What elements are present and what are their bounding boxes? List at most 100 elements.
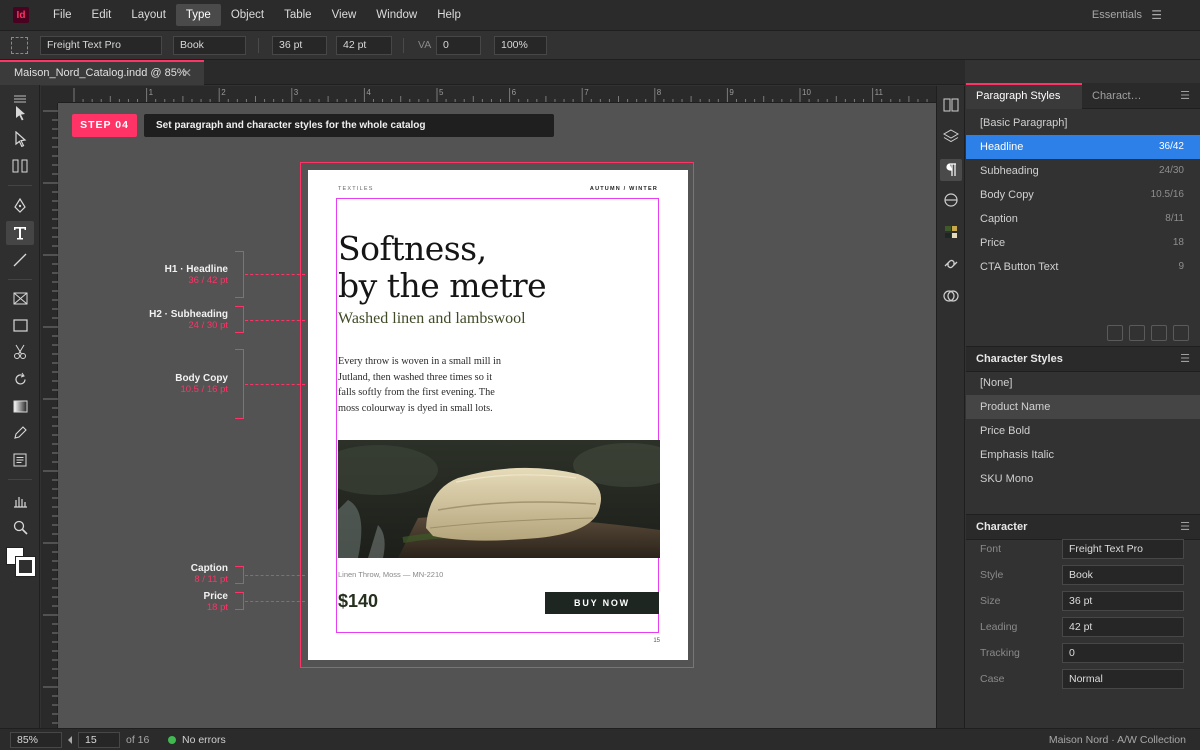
stroke-swatch[interactable] xyxy=(15,556,36,577)
document-tab[interactable]: Maison_Nord_Catalog.indd @ 85% ✕ xyxy=(0,60,204,85)
menu-layout[interactable]: Layout xyxy=(121,4,176,26)
tracking-field[interactable]: 0 xyxy=(436,36,481,55)
character-style-none[interactable]: [None] xyxy=(966,371,1200,395)
style-group-button[interactable] xyxy=(1107,325,1123,341)
brand-label[interactable]: TEXTILES xyxy=(338,186,374,192)
new-style-button[interactable] xyxy=(1151,325,1167,341)
story-editor-icon[interactable] xyxy=(6,448,34,472)
character-tracking-field[interactable]: 0 xyxy=(1062,643,1184,663)
clear-overrides-button[interactable] xyxy=(1129,325,1145,341)
layers-panel-icon[interactable] xyxy=(940,125,962,147)
season-label[interactable]: AUTUMN / WINTER xyxy=(590,186,658,192)
type-tool-icon[interactable] xyxy=(6,221,34,245)
pages-panel-icon[interactable] xyxy=(940,94,962,116)
gap-tool-icon[interactable] xyxy=(6,154,34,178)
vertical-ruler[interactable] xyxy=(41,103,58,728)
panel-menu-icon[interactable]: ☰ xyxy=(1180,83,1190,109)
workspace-switcher[interactable]: Essentials xyxy=(1092,0,1142,31)
leading-field[interactable]: 42 pt xyxy=(336,36,392,55)
ruler-origin[interactable] xyxy=(41,86,58,103)
menu-table[interactable]: Table xyxy=(274,4,322,26)
paragraph-style-caption[interactable]: Caption 8/11 xyxy=(966,207,1200,231)
headline-text-frame[interactable]: Softness, by the metre xyxy=(338,230,547,304)
document-tab-bar: Maison_Nord_Catalog.indd @ 85% ✕ xyxy=(0,60,965,85)
swatches-panel-icon[interactable] xyxy=(940,221,962,243)
paragraph-style-basic[interactable]: [Basic Paragraph] xyxy=(966,111,1200,135)
pasteboard[interactable]: STEP 04 Set paragraph and character styl… xyxy=(58,103,936,728)
panel-menu-icon[interactable]: ☰ xyxy=(1180,515,1190,539)
annotation-leader xyxy=(245,601,305,602)
body-copy-text-frame[interactable]: Every throw is woven in a small mill in … xyxy=(338,354,518,416)
body-line: falls softly from the first evening. The xyxy=(338,387,495,398)
tab-character-styles[interactable]: Charact… xyxy=(1082,83,1172,109)
menu-edit[interactable]: Edit xyxy=(82,4,122,26)
paragraph-style-subheading[interactable]: Subheading 24/30 xyxy=(966,159,1200,183)
character-font-field[interactable]: Freight Text Pro xyxy=(1062,539,1184,559)
character-style-emphasis-italic[interactable]: Emphasis Italic xyxy=(966,443,1200,467)
menu-type[interactable]: Type xyxy=(175,4,221,26)
buy-now-button[interactable]: BUY NOW xyxy=(545,592,659,614)
character-style-price-bold[interactable]: Price Bold xyxy=(966,419,1200,443)
ruler-label: 10 xyxy=(802,88,811,97)
font-style-field[interactable]: Book xyxy=(173,36,246,55)
links-panel-icon[interactable] xyxy=(940,253,962,275)
character-case-field[interactable]: Normal xyxy=(1062,669,1184,689)
menu-object[interactable]: Object xyxy=(221,4,274,26)
scale-field[interactable]: 100% xyxy=(494,36,547,55)
paragraph-style-cta-button-text[interactable]: CTA Button Text 9 xyxy=(966,255,1200,279)
product-photo-frame[interactable] xyxy=(338,440,660,558)
page-count: of 16 xyxy=(126,734,150,746)
tab-paragraph-styles[interactable]: Paragraph Styles xyxy=(966,83,1082,109)
eyedropper-tool-icon[interactable] xyxy=(6,489,34,513)
previous-page-icon[interactable] xyxy=(66,734,74,749)
reference-point-icon[interactable] xyxy=(11,37,28,54)
paragraph-style-headline[interactable]: Headline 36/42 xyxy=(966,135,1200,159)
preflight-status[interactable]: No errors xyxy=(182,729,226,750)
paragraph-style-price[interactable]: Price 18 xyxy=(966,231,1200,255)
gradient-tool-icon[interactable] xyxy=(6,394,34,418)
font-family-field[interactable]: Freight Text Pro xyxy=(40,36,162,55)
scissors-tool-icon[interactable] xyxy=(6,340,34,364)
character-leading-field[interactable]: 42 pt xyxy=(1062,617,1184,637)
workspace-menu-icon[interactable]: ☰ xyxy=(1151,0,1162,31)
annotation-leader xyxy=(245,575,305,576)
pen-tool-icon[interactable] xyxy=(6,194,34,218)
direct-selection-tool-icon[interactable] xyxy=(6,127,34,151)
selection-tool-icon[interactable] xyxy=(6,101,34,125)
horizontal-ruler[interactable]: 1 2 3 4 5 6 7 8 9 10 11 xyxy=(58,86,936,103)
stroke-panel-icon[interactable] xyxy=(940,189,962,211)
style-name: Subheading xyxy=(980,165,1039,177)
character-size-field[interactable]: 36 pt xyxy=(1062,591,1184,611)
character-panel-header[interactable]: Character ☰ xyxy=(966,514,1200,540)
pathfinder-panel-icon[interactable] xyxy=(940,285,962,307)
subheading-text-frame[interactable]: Washed linen and lambswool xyxy=(338,310,526,328)
menu-help[interactable]: Help xyxy=(427,4,471,26)
panel-menu-icon[interactable]: ☰ xyxy=(1180,347,1190,371)
character-style-sku-mono[interactable]: SKU Mono xyxy=(966,467,1200,491)
character-style-product-name[interactable]: Product Name xyxy=(966,395,1200,419)
character-style-field[interactable]: Book xyxy=(1062,565,1184,585)
page-number-field[interactable]: 15 xyxy=(78,732,120,748)
zoom-tool-icon[interactable] xyxy=(6,515,34,539)
caption-text[interactable]: Linen Throw, Moss — MN-2210 xyxy=(338,570,443,579)
delete-style-button[interactable] xyxy=(1173,325,1189,341)
menu-file[interactable]: File xyxy=(43,4,82,26)
rectangle-tool-icon[interactable] xyxy=(6,313,34,337)
panel-dock xyxy=(936,86,965,728)
menu-bar: Id File Edit Layout Type Object Table Vi… xyxy=(0,0,1200,31)
price-text[interactable]: $140 xyxy=(338,591,378,612)
close-icon[interactable]: ✕ xyxy=(182,62,192,84)
catalog-page[interactable]: TEXTILES AUTUMN / WINTER Softness, by th… xyxy=(308,170,688,660)
character-styles-header[interactable]: Character Styles ☰ xyxy=(966,346,1200,372)
note-tool-icon[interactable] xyxy=(6,421,34,445)
free-transform-tool-icon[interactable] xyxy=(6,367,34,391)
menu-window[interactable]: Window xyxy=(366,4,427,26)
menu-view[interactable]: View xyxy=(322,4,367,26)
fill-stroke-swatch[interactable] xyxy=(6,547,36,577)
paragraph-style-body-copy[interactable]: Body Copy 10.5/16 xyxy=(966,183,1200,207)
zoom-level-field[interactable]: 85% xyxy=(10,732,62,748)
paragraph-styles-panel-icon[interactable] xyxy=(940,159,962,181)
rectangle-frame-tool-icon[interactable] xyxy=(6,286,34,310)
font-size-field[interactable]: 36 pt xyxy=(272,36,327,55)
line-tool-icon[interactable] xyxy=(6,248,34,272)
